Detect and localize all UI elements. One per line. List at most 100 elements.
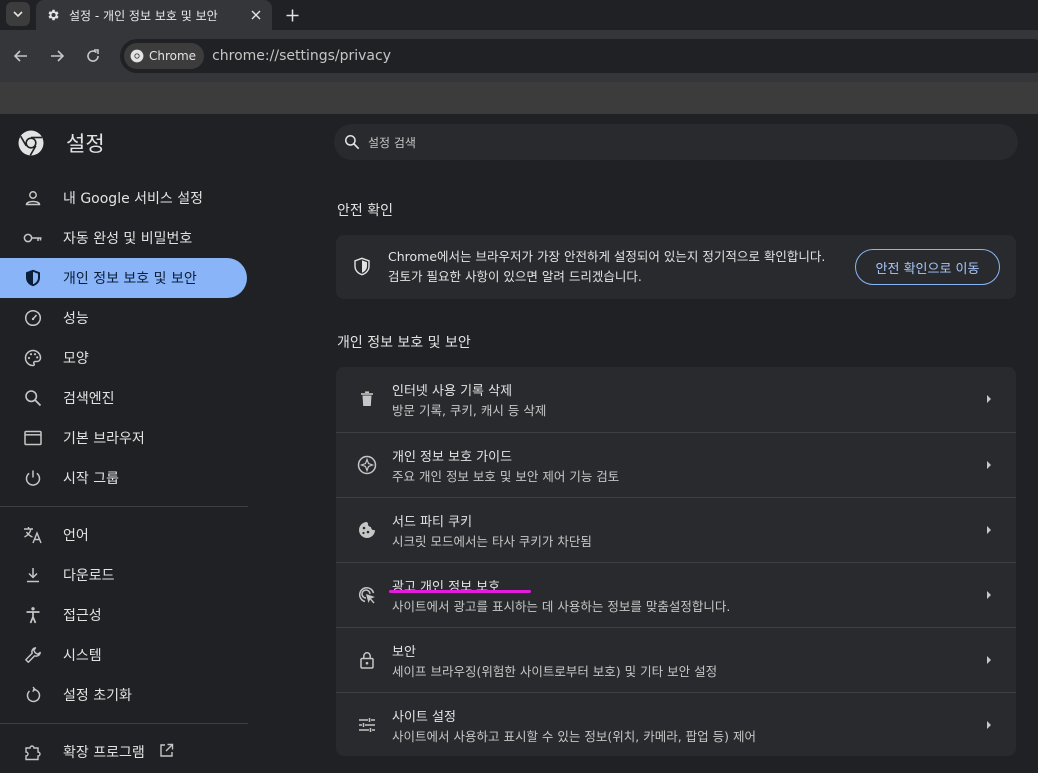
- browser-toolbar: Chrome chrome://settings/privacy: [0, 30, 1038, 114]
- sidebar-item-label: 언어: [63, 528, 89, 544]
- sidebar-item-label: 설정 초기화: [63, 688, 132, 704]
- compass-icon: [356, 454, 378, 476]
- back-button[interactable]: [11, 46, 31, 66]
- sidebar-divider: [0, 506, 248, 507]
- safety-check-card: Chrome에서는 브라우저가 가장 안전하게 설정되어 있는지 정기적으로 확…: [336, 235, 1016, 299]
- reset-icon: [22, 684, 44, 706]
- sidebar-item-reset[interactable]: 설정 초기화: [0, 675, 247, 715]
- row-privacy-guide[interactable]: 개인 정보 보호 가이드 주요 개인 정보 보호 및 보안 제어 기능 검토: [336, 432, 1016, 497]
- chevron-down-icon: [13, 11, 23, 18]
- download-icon: [22, 564, 44, 586]
- row-subtitle: 시크릿 모드에서는 타사 쿠키가 차단됨: [392, 534, 592, 549]
- sidebar-item-label: 모양: [63, 351, 89, 367]
- go-to-safety-check-button[interactable]: 안전 확인으로 이동: [855, 249, 1000, 285]
- sidebar-item-on-startup[interactable]: 시작 그룹: [0, 458, 247, 498]
- palette-icon: [22, 347, 44, 369]
- sidebar-item-extensions[interactable]: 확장 프로그램: [0, 732, 247, 772]
- row-subtitle: 사이트에서 사용하고 표시할 수 있는 정보(위치, 카메라, 팝업 등) 제어: [392, 729, 756, 744]
- site-chip-label: Chrome: [149, 49, 197, 63]
- tab-search-button[interactable]: [6, 2, 30, 26]
- sidebar-item-google-services[interactable]: 내 Google 서비스 설정: [0, 178, 247, 218]
- url-text[interactable]: chrome://settings/privacy: [212, 48, 391, 64]
- sidebar-item-performance[interactable]: 성능: [0, 298, 247, 338]
- arrow-right-icon: [984, 589, 994, 601]
- settings-search-input[interactable]: 설정 검색: [334, 124, 1018, 160]
- ad-privacy-icon: [356, 584, 378, 606]
- row-security[interactable]: 보안 세이프 브라우징(위험한 사이트로부터 보호) 및 기타 보안 설정: [336, 627, 1016, 692]
- new-tab-button[interactable]: [282, 5, 302, 25]
- open-in-new-icon: [159, 743, 174, 762]
- sidebar-item-privacy[interactable]: 개인 정보 보호 및 보안: [0, 258, 247, 298]
- wrench-icon: [22, 644, 44, 666]
- arrow-right-icon: [984, 654, 994, 666]
- forward-button[interactable]: [47, 46, 67, 66]
- search-placeholder: 설정 검색: [368, 135, 416, 150]
- chrome-logo-icon: [130, 49, 144, 63]
- sidebar-divider: [0, 723, 248, 724]
- settings-sidebar: 설정 내 Google 서비스 설정 자동 완성 및 비밀번호 개인 정보 보호…: [0, 114, 250, 773]
- settings-header: 설정: [18, 128, 105, 158]
- cookie-icon: [356, 519, 378, 541]
- extension-icon: [22, 741, 44, 763]
- privacy-settings-card: 인터넷 사용 기록 삭제 방문 기록, 쿠키, 캐시 등 삭제 개인 정보 보호…: [336, 367, 1016, 756]
- row-title: 인터넷 사용 기록 삭제: [392, 384, 513, 399]
- reload-icon: [87, 49, 99, 62]
- sidebar-item-label: 내 Google 서비스 설정: [63, 191, 203, 207]
- sidebar-item-system[interactable]: 시스템: [0, 635, 247, 675]
- lock-icon: [356, 649, 378, 671]
- browser-icon: [22, 427, 44, 449]
- arrow-right-icon: [51, 50, 65, 62]
- site-info-chip[interactable]: Chrome: [124, 43, 205, 69]
- reload-button[interactable]: [83, 46, 103, 66]
- sidebar-item-label: 다운로드: [63, 568, 115, 584]
- sidebar-item-label: 성능: [63, 311, 89, 327]
- arrow-left-icon: [13, 50, 27, 62]
- row-site-settings[interactable]: 사이트 설정 사이트에서 사용하고 표시할 수 있는 정보(위치, 카메라, 팝…: [336, 692, 1016, 756]
- sidebar-item-search-engine[interactable]: 검색엔진: [0, 378, 247, 418]
- row-clear-browsing-data[interactable]: 인터넷 사용 기록 삭제 방문 기록, 쿠키, 캐시 등 삭제: [336, 367, 1016, 432]
- sidebar-item-label: 자동 완성 및 비밀번호: [63, 231, 193, 247]
- page-title: 설정: [66, 132, 105, 156]
- sidebar-item-label: 시작 그룹: [63, 471, 119, 487]
- tune-icon: [356, 714, 378, 736]
- row-ad-privacy[interactable]: 광고 개인 정보 보호 사이트에서 광고를 표시하는 데 사용하는 정보를 맞춤…: [336, 562, 1016, 627]
- arrow-right-icon: [984, 719, 994, 731]
- chrome-logo-icon: [18, 130, 44, 156]
- power-icon: [22, 467, 44, 489]
- safety-check-description: Chrome에서는 브라우저가 가장 안전하게 설정되어 있는지 정기적으로 확…: [388, 249, 826, 284]
- sidebar-item-appearance[interactable]: 모양: [0, 338, 247, 378]
- sidebar-item-default-browser[interactable]: 기본 브라우저: [0, 418, 247, 458]
- row-subtitle: 주요 개인 정보 보호 및 보안 제어 기능 검토: [392, 469, 620, 484]
- sidebar-item-label: 검색엔진: [63, 391, 115, 407]
- row-subtitle: 방문 기록, 쿠키, 캐시 등 삭제: [392, 403, 547, 418]
- bookmarks-bar: [0, 82, 1038, 114]
- sidebar-item-label: 기본 브라우저: [63, 431, 145, 447]
- sidebar-item-languages[interactable]: 언어: [0, 515, 247, 555]
- arrow-right-icon: [984, 459, 994, 471]
- row-third-party-cookies[interactable]: 서드 파티 쿠키 시크릿 모드에서는 타사 쿠키가 차단됨: [336, 497, 1016, 562]
- search-icon: [345, 135, 360, 150]
- arrow-right-icon: [984, 393, 994, 405]
- sidebar-item-autofill[interactable]: 자동 완성 및 비밀번호: [0, 218, 247, 258]
- tab-strip: 설정 - 개인 정보 보호 및 보안: [0, 0, 1038, 30]
- close-icon: [251, 10, 261, 20]
- tab-close-button[interactable]: [248, 7, 264, 23]
- row-subtitle: 사이트에서 광고를 표시하는 데 사용하는 정보를 맞춤설정합니다.: [392, 599, 731, 614]
- sidebar-item-label: 확장 프로그램: [63, 745, 145, 761]
- gear-icon: [48, 9, 59, 21]
- shield-icon: [354, 257, 370, 280]
- address-bar[interactable]: Chrome chrome://settings/privacy: [120, 39, 1038, 73]
- accessibility-icon: [22, 604, 44, 626]
- tab-settings[interactable]: 설정 - 개인 정보 보호 및 보안: [36, 0, 272, 30]
- tab-title: 설정 - 개인 정보 보호 및 보안: [69, 8, 218, 23]
- shield-icon: [22, 267, 44, 289]
- trash-icon: [356, 388, 378, 410]
- arrow-right-icon: [984, 524, 994, 536]
- translate-icon: [22, 524, 44, 546]
- sidebar-item-label: 시스템: [63, 648, 102, 664]
- row-subtitle: 세이프 브라우징(위험한 사이트로부터 보호) 및 기타 보안 설정: [392, 664, 718, 679]
- key-icon: [22, 227, 44, 249]
- sidebar-item-accessibility[interactable]: 접근성: [0, 595, 247, 635]
- speedometer-icon: [22, 307, 44, 329]
- sidebar-item-downloads[interactable]: 다운로드: [0, 555, 247, 595]
